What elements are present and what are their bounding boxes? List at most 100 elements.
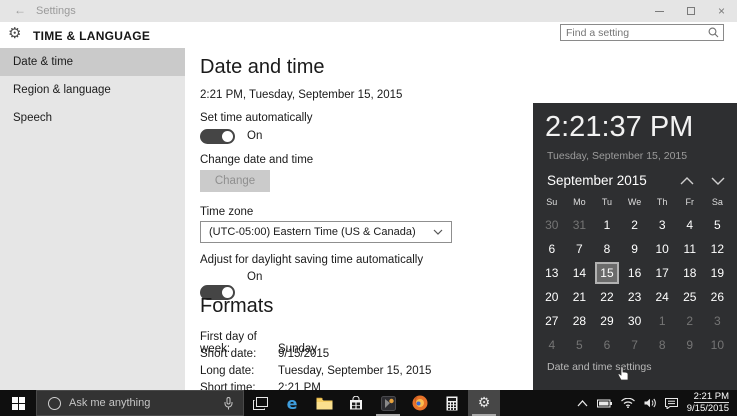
calendar-day[interactable]: 3: [704, 309, 732, 333]
back-button[interactable]: ←: [10, 3, 30, 17]
calendar-day[interactable]: 4: [538, 333, 566, 357]
speaker-icon[interactable]: [644, 398, 656, 408]
calendar-day[interactable]: 20: [538, 285, 566, 309]
calendar-day[interactable]: 27: [538, 309, 566, 333]
calendar-day-number: 1: [603, 218, 611, 232]
calendar-day[interactable]: 19: [704, 261, 732, 285]
calendar-day[interactable]: 7: [566, 237, 594, 261]
format-value: Tuesday, September 15, 2015: [278, 365, 432, 377]
file-explorer-taskbar-button[interactable]: [308, 390, 340, 416]
calendar-day-header: Th: [656, 197, 668, 207]
cortana-search-box[interactable]: [36, 390, 244, 416]
calendar-day[interactable]: 13: [538, 261, 566, 285]
sidebar-item-date-time[interactable]: Date & time: [0, 48, 185, 76]
firefox-taskbar-button[interactable]: [404, 390, 436, 416]
calendar-day-header: Fr: [685, 197, 695, 207]
calendar-day[interactable]: 2: [621, 213, 649, 237]
calendar-day-number: 1: [658, 314, 666, 328]
calendar-day[interactable]: 23: [621, 285, 649, 309]
settings-taskbar-button[interactable]: ⚙: [468, 390, 500, 416]
calendar-day[interactable]: 9: [621, 237, 649, 261]
microphone-icon[interactable]: [224, 396, 233, 410]
calendar-day-number: 7: [576, 242, 583, 256]
start-button[interactable]: [0, 390, 36, 416]
show-hidden-icons-chevron[interactable]: [577, 399, 588, 407]
timezone-dropdown[interactable]: (UTC-05:00) Eastern Time (US & Canada): [200, 221, 452, 243]
calendar-day[interactable]: 22: [593, 285, 621, 309]
calendar-day[interactable]: 31: [566, 213, 594, 237]
sidebar-item-region-language[interactable]: Region & language: [0, 76, 185, 104]
calendar-day[interactable]: 18: [676, 261, 704, 285]
calendar-day[interactable]: 5: [704, 213, 732, 237]
tray-clock[interactable]: 2:21 PM 9/15/2015: [687, 391, 729, 415]
calendar-day[interactable]: 14: [566, 261, 594, 285]
calendar-day-number: 2: [631, 218, 638, 232]
chevron-down-icon: [711, 177, 725, 185]
chevron-down-icon: [433, 229, 443, 235]
edge-taskbar-button[interactable]: e: [276, 390, 308, 416]
clock-flyout: 2:21:37 PM Tuesday, September 15, 2015 S…: [533, 103, 737, 390]
calendar-day[interactable]: 24: [648, 285, 676, 309]
calendar-day[interactable]: 17: [648, 261, 676, 285]
calculator-taskbar-button[interactable]: [436, 390, 468, 416]
calendar-day[interactable]: 8: [648, 333, 676, 357]
calendar-day[interactable]: 28: [566, 309, 594, 333]
calendar-day[interactable]: 30: [621, 309, 649, 333]
calendar-day[interactable]: 4: [676, 213, 704, 237]
date-time-settings-link[interactable]: Date and time settings: [547, 361, 651, 373]
timezone-value: (UTC-05:00) Eastern Time (US & Canada): [209, 226, 416, 238]
calendar-prev-button[interactable]: [680, 176, 694, 185]
sidebar-item-label: Region & language: [13, 84, 111, 96]
change-button-label: Change: [214, 175, 256, 187]
calendar-day[interactable]: 25: [676, 285, 704, 309]
wifi-icon[interactable]: [620, 398, 635, 408]
sidebar-item-speech[interactable]: Speech: [0, 104, 185, 132]
calendar-day-header: Mo: [573, 197, 586, 207]
calendar-day[interactable]: 29: [593, 309, 621, 333]
cortana-search-input[interactable]: [61, 397, 224, 409]
set-time-auto-toggle[interactable]: [200, 129, 235, 144]
window-controls: ×: [644, 0, 737, 22]
battery-icon[interactable]: [596, 399, 612, 408]
calendar-day[interactable]: 16: [621, 261, 649, 285]
calendar-day[interactable]: 10: [648, 237, 676, 261]
calendar-day[interactable]: 11: [676, 237, 704, 261]
calendar-day[interactable]: 7: [621, 333, 649, 357]
calendar-day[interactable]: 1: [648, 309, 676, 333]
camera-app-taskbar-button[interactable]: [372, 390, 404, 416]
calendar-day[interactable]: 12: [704, 237, 732, 261]
desktop-screen: ← Settings × ⚙ TIME & LANGUAGE Date & ti…: [0, 0, 737, 416]
change-button[interactable]: Change: [200, 170, 270, 192]
minimize-button[interactable]: [644, 0, 675, 22]
format-label: Short time:: [200, 382, 256, 390]
calendar-day-number: 29: [600, 314, 614, 328]
calendar-day[interactable]: 3: [648, 213, 676, 237]
calendar-day[interactable]: 30: [538, 213, 566, 237]
calendar-day[interactable]: 10: [704, 333, 732, 357]
calendar-day[interactable]: 1: [593, 213, 621, 237]
calendar-day[interactable]: 6: [538, 237, 566, 261]
calendar-grid: 30 31 1 2 3 4 5 6 7 8 9 10 11 12 13 14 15 16 17 18 19 20 21 22 2…: [538, 213, 731, 357]
calendar-day[interactable]: 9: [676, 333, 704, 357]
calendar-day[interactable]: 21: [566, 285, 594, 309]
calendar-day[interactable]: 26: [704, 285, 732, 309]
close-button[interactable]: ×: [706, 0, 737, 22]
calendar-day[interactable]: 5: [566, 333, 594, 357]
window-titlebar: ← Settings ×: [0, 0, 737, 22]
calendar-day[interactable]: 2: [676, 309, 704, 333]
calendar-day[interactable]: 6: [593, 333, 621, 357]
calendar-next-button[interactable]: [711, 177, 725, 185]
maximize-button[interactable]: [675, 0, 706, 22]
dst-label: Adjust for daylight saving time automati…: [200, 254, 424, 266]
store-taskbar-button[interactable]: [340, 390, 372, 416]
action-center-icon[interactable]: [664, 397, 678, 409]
find-setting-search[interactable]: [560, 24, 724, 41]
calendar-day-header: Sa: [711, 197, 723, 207]
calendar-day-selected[interactable]: 15: [593, 261, 621, 285]
calendar-day[interactable]: 8: [593, 237, 621, 261]
tray-time: 2:21 PM: [693, 391, 729, 404]
calendar-day-number: 19: [710, 266, 725, 280]
search-input[interactable]: [561, 26, 708, 39]
calendar-day-number: 21: [572, 290, 587, 304]
task-view-button[interactable]: [244, 390, 276, 416]
